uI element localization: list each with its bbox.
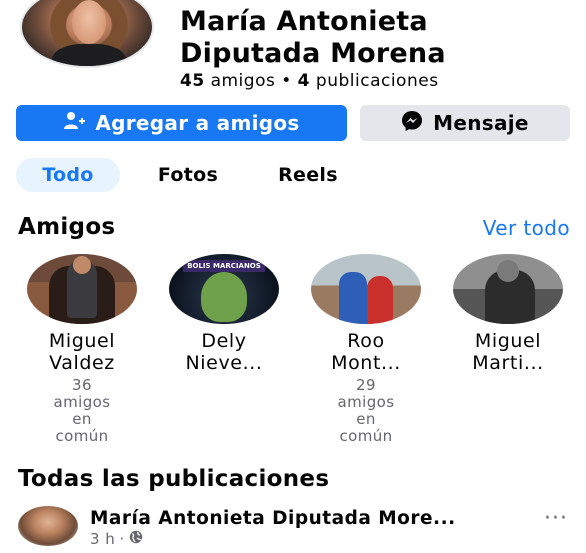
mutual-count: 29: [356, 376, 376, 394]
add-friend-label: Agregar a amigos: [95, 111, 300, 135]
friend-name-line2: Marti...: [472, 352, 544, 374]
mutual-text: amigos: [337, 393, 395, 411]
profile-name: María Antonieta Diputada Morena: [180, 6, 580, 70]
friend-card[interactable]: Miguel Valdez 36 amigos en común: [22, 254, 142, 445]
post-meta: 3 h ·: [90, 530, 143, 548]
profile-actions: Agregar a amigos Mensaje: [16, 105, 572, 141]
avatar-banner-text: BOLIS MARCIANOS: [183, 260, 265, 272]
profile-name-line2: Diputada Morena: [180, 38, 446, 69]
profile-photo[interactable]: [20, 0, 154, 68]
add-friend-button[interactable]: Agregar a amigos: [16, 105, 347, 141]
add-friend-icon: [63, 111, 86, 136]
tab-todo[interactable]: Todo: [16, 158, 120, 192]
mutual-text: en: [356, 410, 376, 428]
profile-name-line1: María Antonieta: [180, 6, 428, 37]
post-meta-separator: ·: [119, 530, 125, 548]
mutual-count: 36: [72, 376, 92, 394]
posts-label: publicaciones: [315, 71, 439, 91]
friend-name-line1: Miguel: [474, 330, 542, 352]
see-all-friends-link[interactable]: Ver todo: [483, 216, 570, 240]
mutual-friends: 29 amigos en común: [306, 377, 426, 445]
mutual-text: en: [72, 410, 92, 428]
globe-icon: [129, 530, 143, 548]
friends-label[interactable]: amigos: [211, 71, 276, 91]
friend-name[interactable]: Dely Nieve...: [164, 330, 284, 374]
post-more-options-button[interactable]: ···: [544, 506, 568, 531]
post-author-name[interactable]: María Antonieta Diputada More...: [90, 508, 530, 529]
friend-name-line2: Nieve...: [185, 352, 263, 374]
mutual-text: común: [55, 427, 109, 445]
mutual-text: común: [339, 427, 393, 445]
post-author-avatar[interactable]: [18, 506, 78, 546]
friend-avatar[interactable]: [27, 254, 137, 324]
post-time[interactable]: 3 h: [90, 530, 115, 548]
stats-separator: •: [281, 71, 292, 91]
friend-name[interactable]: Miguel Marti...: [448, 330, 568, 374]
friend-name-line1: Miguel: [48, 330, 116, 352]
friend-name-line1: Roo: [347, 330, 385, 352]
tab-reels[interactable]: Reels: [256, 158, 360, 192]
message-button[interactable]: Mensaje: [360, 105, 570, 141]
posts-section-title: Todas las publicaciones: [18, 466, 330, 492]
friend-card[interactable]: Roo Mont... 29 amigos en común: [306, 254, 426, 445]
post-header: María Antonieta Diputada More... 3 h · ·…: [18, 506, 574, 550]
friends-section-title: Amigos: [18, 214, 116, 240]
friend-card[interactable]: Miguel Marti...: [448, 254, 568, 374]
mutual-friends: 36 amigos en común: [22, 377, 142, 445]
friend-name-line2: Mont...: [331, 352, 401, 374]
friend-name-line1: Dely: [201, 330, 247, 352]
mutual-text: amigos: [53, 393, 111, 411]
friend-name-line2: Valdez: [49, 352, 115, 374]
messenger-icon: [401, 110, 423, 137]
friend-card[interactable]: BOLIS MARCIANOS Dely Nieve...: [164, 254, 284, 374]
profile-stats: 45 amigos • 4 publicaciones: [180, 71, 439, 91]
friends-count: 45: [180, 71, 205, 91]
profile-header: María Antonieta Diputada Morena 45 amigo…: [0, 0, 586, 96]
tab-fotos[interactable]: Fotos: [136, 158, 240, 192]
message-label: Mensaje: [433, 111, 529, 135]
friend-name[interactable]: Miguel Valdez: [22, 330, 142, 374]
friend-avatar[interactable]: [453, 254, 563, 324]
friend-avatar[interactable]: [311, 254, 421, 324]
friend-avatar[interactable]: BOLIS MARCIANOS: [169, 254, 279, 324]
posts-count: 4: [297, 71, 311, 91]
friend-name[interactable]: Roo Mont...: [306, 330, 426, 374]
